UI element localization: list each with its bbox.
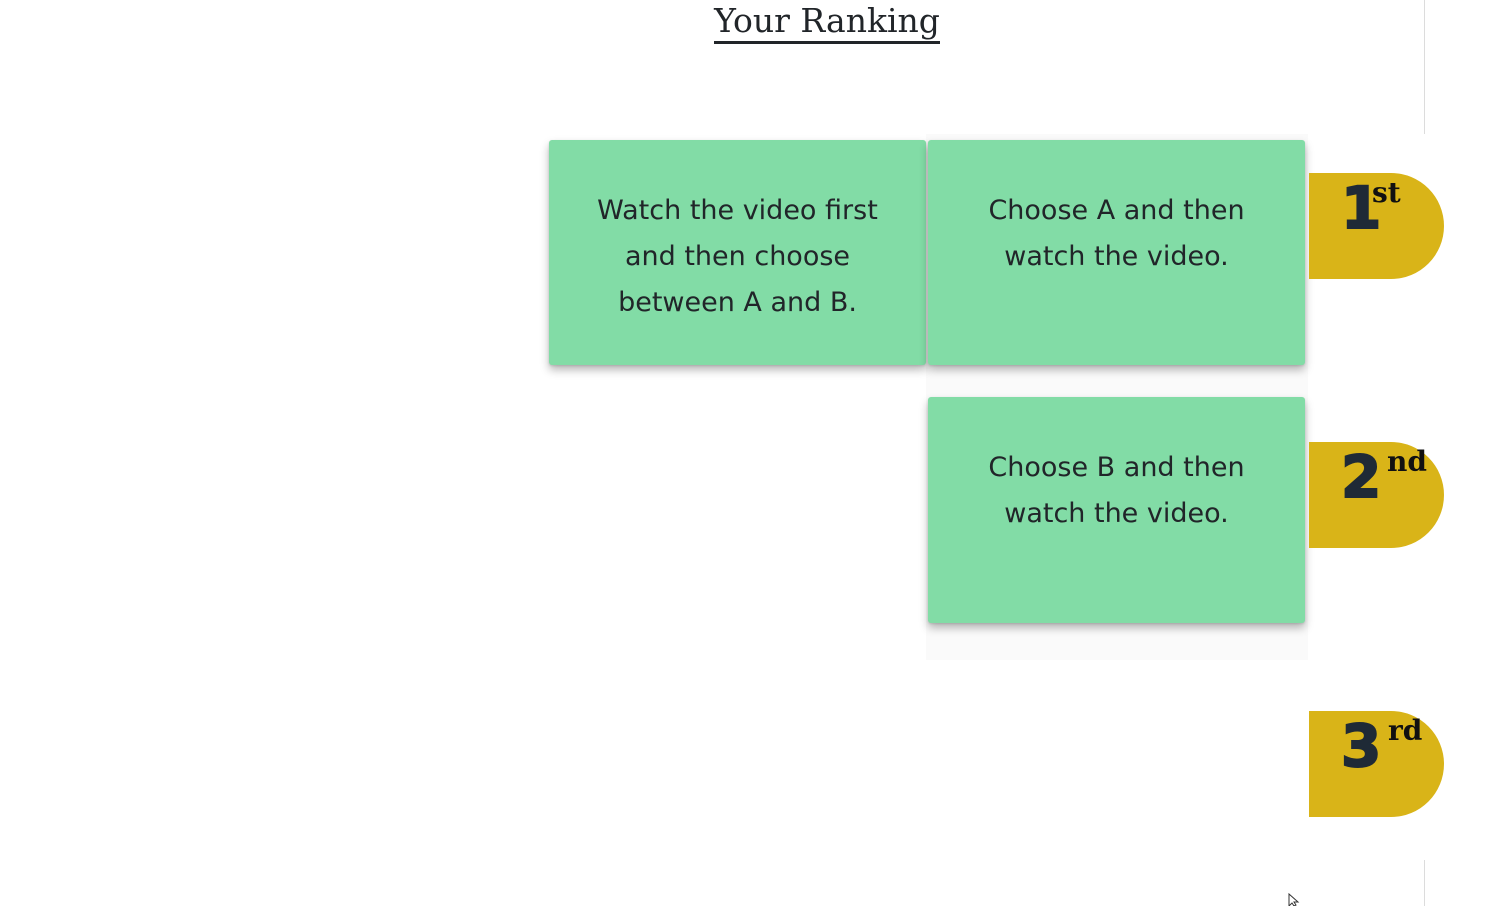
draggable-card-choose-a[interactable]: Choose A and then watch the video. [928,140,1305,365]
rank-suffix: nd [1387,445,1427,478]
rank-number: 3 [1340,712,1382,780]
page-title-text: Your Ranking [714,1,940,44]
ranking-page: Your Ranking Watch the video first and t… [0,0,1492,906]
rank-suffix: st [1372,176,1401,209]
draggable-card-watch-first[interactable]: Watch the video first and then choose be… [549,140,926,365]
rank-badge-1st: 1 st [1309,173,1444,279]
right-divider-top [1424,0,1425,134]
right-divider-bottom [1424,860,1425,906]
draggable-card-choose-b[interactable]: Choose B and then watch the video. [928,397,1305,623]
card-text: Choose A and then watch the video. [988,195,1245,272]
card-text: Watch the video first and then choose be… [597,195,878,318]
page-title: Your Ranking [0,0,1492,44]
rank-badge-2nd: 2 nd [1309,442,1444,548]
rank-badge-3rd: 3 rd [1309,711,1444,817]
card-text: Choose B and then watch the video. [988,452,1245,529]
rank-number: 2 [1340,443,1382,511]
mouse-pointer-icon [1288,893,1300,906]
rank-suffix: rd [1388,714,1423,747]
